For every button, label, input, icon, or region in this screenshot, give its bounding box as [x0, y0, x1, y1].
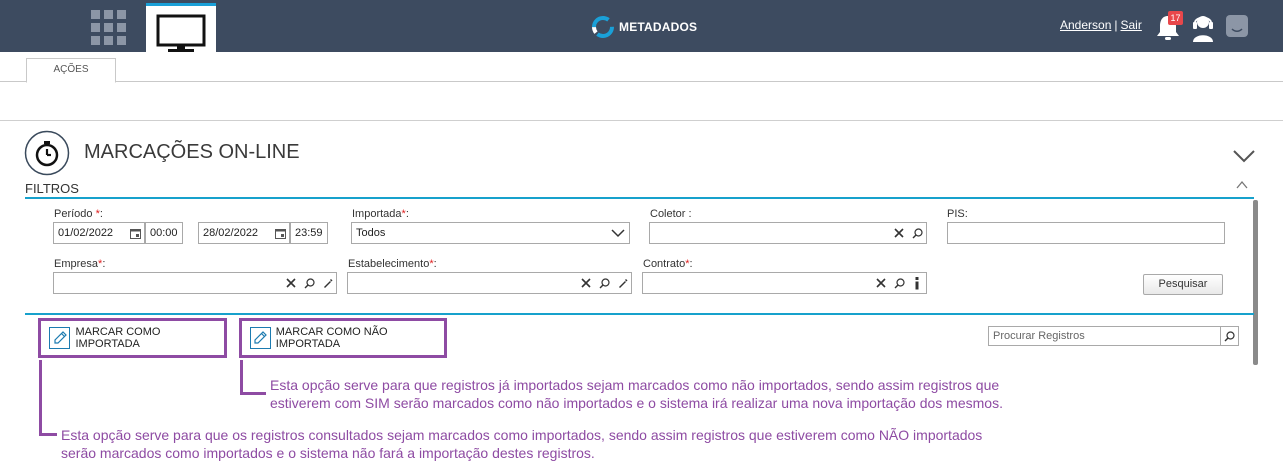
annotation-connector	[240, 392, 266, 395]
filters-divider	[25, 197, 1254, 199]
label-colon: :	[99, 208, 103, 220]
actions-divider	[25, 313, 1254, 315]
stopwatch-icon	[24, 130, 70, 176]
coletor-label: Coletor :	[650, 208, 692, 220]
mark-not-imported-label: MARCAR COMO NÃO IMPORTADA	[275, 326, 388, 350]
mark-imported-label: MARCAR COMO IMPORTADA	[75, 326, 161, 350]
search-icon[interactable]	[300, 273, 318, 293]
empresa-label-text: Empresa	[54, 258, 99, 270]
end-date-value: 28/02/2022	[203, 227, 259, 239]
logout-link[interactable]: Sair	[1121, 18, 1142, 32]
pis-label: PIS:	[947, 208, 968, 220]
mark-imported-highlight: MARCAR COMO IMPORTADA	[38, 318, 227, 358]
mark-not-imported-highlight: MARCAR COMO NÃO IMPORTADA	[239, 318, 447, 358]
notifications-button[interactable]: 17	[1155, 11, 1183, 42]
metadados-logo: METADADOS	[591, 14, 697, 40]
search-icon[interactable]	[595, 273, 613, 293]
label-colon: :	[689, 258, 693, 270]
importada-select[interactable]: Todos	[351, 222, 630, 244]
edit-pencil-icon	[250, 327, 271, 349]
annotation-connector	[39, 433, 57, 436]
label-colon: :	[102, 258, 106, 270]
annotation-line: serão marcados como importados e o siste…	[61, 445, 595, 461]
edit-pencil-icon	[49, 327, 71, 349]
coletor-input[interactable]	[649, 222, 927, 244]
importada-label: Importada*:	[352, 208, 409, 220]
chevron-up-icon[interactable]	[1236, 180, 1248, 190]
info-icon[interactable]	[908, 273, 926, 293]
contrato-input[interactable]	[642, 272, 927, 294]
divider	[0, 120, 1283, 121]
annotation-connector	[39, 360, 42, 435]
annotation-line: Esta opção serve para que os registros c…	[61, 427, 983, 443]
estabelecimento-label: Estabelecimento*:	[348, 258, 437, 270]
chat-icon	[1226, 15, 1248, 37]
periodo-label-text: Período	[54, 208, 93, 220]
annotation-connector	[240, 360, 243, 394]
tabs-row: AÇÕES	[0, 52, 1283, 83]
contrato-label-text: Contrato	[643, 258, 686, 270]
calendar-icon[interactable]	[126, 223, 144, 243]
search-icon[interactable]	[890, 273, 908, 293]
headset-support-icon	[1193, 16, 1213, 42]
calendar-icon[interactable]	[271, 223, 289, 243]
filters-section-label: FILTROS	[25, 181, 79, 196]
pis-input[interactable]	[947, 222, 1225, 244]
start-time-input[interactable]: 00:00	[145, 222, 183, 244]
chevron-down-icon[interactable]	[609, 223, 627, 243]
user-area: Anderson | Sair	[1060, 18, 1142, 32]
estabelecimento-label-text: Estabelecimento	[348, 258, 430, 270]
search-button[interactable]: Pesquisar	[1143, 274, 1223, 295]
importada-selected-value: Todos	[356, 227, 386, 239]
mark-not-imported-button[interactable]: MARCAR COMO NÃO IMPORTADA	[250, 326, 444, 350]
edit-pencil-icon[interactable]	[318, 273, 336, 293]
apps-grid-icon[interactable]	[85, 8, 131, 48]
edit-pencil-icon[interactable]	[613, 273, 631, 293]
importada-label-text: Importada	[352, 208, 402, 220]
contrato-label: Contrato*:	[643, 258, 693, 270]
mark-imported-button[interactable]: MARCAR COMO IMPORTADA	[49, 326, 224, 350]
empresa-input[interactable]	[53, 272, 337, 294]
clear-icon[interactable]	[577, 273, 595, 293]
search-icon[interactable]	[1220, 327, 1238, 345]
records-search-input[interactable]: Procurar Registros	[988, 326, 1239, 346]
start-date-value: 01/02/2022	[58, 227, 114, 239]
scrollbar[interactable]	[1253, 200, 1258, 365]
logo-mark-icon	[592, 16, 614, 38]
monitor-tab[interactable]	[146, 3, 216, 52]
search-icon[interactable]	[908, 223, 926, 243]
tab-acoes[interactable]: AÇÕES	[26, 58, 116, 83]
top-bar: METADADOS Anderson | Sair 17	[0, 0, 1283, 52]
monitor-icon	[156, 14, 206, 52]
estabelecimento-input[interactable]	[347, 272, 632, 294]
label-colon: :	[405, 208, 409, 220]
annotation-line: Esta opção serve para que registros já i…	[270, 377, 1000, 393]
start-date-input[interactable]: 01/02/2022	[53, 222, 145, 244]
clear-icon[interactable]	[282, 273, 300, 293]
notification-badge: 17	[1168, 11, 1183, 25]
label-colon: :	[433, 258, 437, 270]
user-name-link[interactable]: Anderson	[1060, 18, 1111, 32]
annotation-imported: Esta opção serve para que os registros c…	[61, 426, 982, 462]
periodo-label: Período *:	[54, 208, 103, 220]
records-search-placeholder: Procurar Registros	[993, 330, 1085, 342]
annotation-not-imported: Esta opção serve para que registros já i…	[270, 376, 1003, 412]
user-separator: |	[1114, 18, 1118, 32]
page-title: MARCAÇÕES ON-LINE	[84, 141, 300, 163]
end-time-input[interactable]: 23:59	[290, 222, 328, 244]
chevron-down-icon[interactable]	[1232, 148, 1256, 164]
support-button[interactable]	[1190, 11, 1216, 43]
clear-icon[interactable]	[890, 223, 908, 243]
empresa-label: Empresa*:	[54, 258, 105, 270]
clear-icon[interactable]	[872, 273, 890, 293]
end-date-input[interactable]: 28/02/2022	[198, 222, 290, 244]
chat-button[interactable]	[1225, 14, 1249, 38]
annotation-line: estiverem com SIM serão marcados como nã…	[270, 395, 1003, 411]
logo-text: METADADOS	[619, 20, 698, 34]
